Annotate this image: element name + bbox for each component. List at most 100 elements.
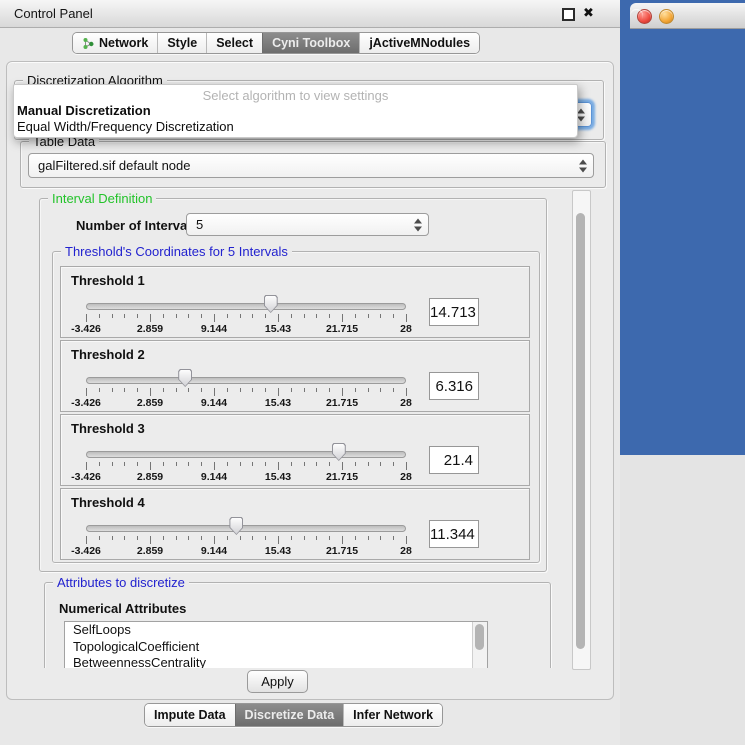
tick-mark	[304, 388, 305, 392]
algorithm-option[interactable]: Equal Width/Frequency Discretization	[17, 119, 234, 134]
tick-mark	[252, 462, 253, 466]
network-window-titlebar[interactable]	[630, 3, 745, 29]
table-data-combo[interactable]: galFiltered.sif default node	[28, 153, 594, 178]
attributes-group: Attributes to discretize Numerical Attri…	[44, 582, 551, 668]
zoom-traffic-light-icon[interactable]	[630, 9, 643, 22]
tick-mark	[150, 536, 151, 544]
tick-mark	[86, 536, 87, 544]
slider-track[interactable]	[86, 303, 406, 310]
tick-mark	[176, 388, 177, 392]
slider-scale: -3.4262.8599.14415.4321.71528	[86, 545, 407, 557]
tick-mark	[163, 314, 164, 318]
scale-label: -3.426	[63, 323, 109, 335]
apply-button[interactable]: Apply	[247, 670, 308, 693]
tab-network[interactable]: Network	[73, 33, 157, 53]
threshold-label: Threshold 1	[71, 273, 145, 288]
combo-stepper-icon[interactable]	[579, 159, 588, 172]
tab-label: Select	[216, 36, 253, 50]
slider-track[interactable]	[86, 377, 406, 384]
scale-label: 21.715	[319, 471, 365, 483]
tick-mark	[342, 314, 343, 322]
slider-track[interactable]	[86, 525, 406, 532]
tick-mark	[124, 314, 125, 318]
tick-mark	[188, 388, 189, 392]
screen: Control Panel NetworkStyleSelectCyni Too…	[0, 0, 745, 745]
tab-label: Style	[167, 36, 197, 50]
numerical-attributes-list[interactable]: SelfLoopsTopologicalCoefficientBetweenne…	[64, 621, 488, 668]
number-of-intervals-combo[interactable]: 5	[186, 213, 429, 236]
tick-mark	[214, 388, 215, 396]
threshold-label: Threshold 3	[71, 421, 145, 436]
numerical-attributes-label: Numerical Attributes	[59, 601, 186, 616]
threshold-value-field[interactable]: 21.4	[429, 446, 479, 474]
slider-thumb[interactable]	[229, 517, 243, 535]
tab-select[interactable]: Select	[206, 33, 262, 53]
tick-mark	[329, 388, 330, 392]
threshold-value-field[interactable]: 14.713	[429, 298, 479, 326]
tick-mark	[304, 536, 305, 540]
threshold-panel: Threshold 1-3.4262.8599.14415.4321.71528…	[60, 266, 530, 338]
attribute-item[interactable]: BetweennessCentrality	[65, 655, 487, 668]
tick-mark	[188, 314, 189, 318]
tab-cyni-toolbox[interactable]: Cyni Toolbox	[262, 33, 359, 53]
list-scrollbar[interactable]	[472, 622, 487, 668]
close-icon[interactable]	[583, 5, 597, 21]
attribute-item[interactable]: TopologicalCoefficient	[65, 639, 487, 656]
slider-thumb[interactable]	[332, 443, 346, 461]
threshold-value-field[interactable]: 6.316	[429, 372, 479, 400]
combo-stepper-icon[interactable]	[414, 218, 423, 231]
scale-label: 28	[383, 471, 429, 483]
slider-track[interactable]	[86, 451, 406, 458]
threshold-panel: Threshold 4-3.4262.8599.14415.4321.71528…	[60, 488, 530, 560]
tick-mark	[329, 462, 330, 466]
interval-definition-label: Interval Definition	[48, 191, 156, 206]
scale-label: 9.144	[191, 545, 237, 557]
tick-mark	[252, 536, 253, 540]
tick-mark	[137, 536, 138, 540]
popup-hint: Select algorithm to view settings	[14, 88, 577, 103]
slider-thumb[interactable]	[264, 295, 278, 313]
slider-thumb[interactable]	[178, 369, 192, 387]
tick-mark	[150, 462, 151, 470]
tick-mark	[201, 536, 202, 540]
tick-mark	[163, 536, 164, 540]
tick-mark	[393, 536, 394, 540]
tick-mark	[176, 536, 177, 540]
tick-mark	[112, 314, 113, 318]
bottom-tab-bar: Impute DataDiscretize DataInfer Network	[144, 703, 443, 727]
tick-mark	[265, 388, 266, 392]
interval-definition-group: Interval Definition Number of Intervals …	[39, 198, 547, 572]
combo-stepper-icon[interactable]	[577, 108, 586, 121]
scale-label: 9.144	[191, 397, 237, 409]
tick-mark	[278, 536, 279, 544]
settings-scrollbar[interactable]	[572, 190, 591, 670]
tick-mark	[99, 314, 100, 318]
tick-mark	[99, 462, 100, 466]
slider-scale: -3.4262.8599.14415.4321.71528	[86, 471, 407, 483]
tick-mark	[86, 314, 87, 322]
scale-label: 2.859	[127, 545, 173, 557]
tick-mark	[227, 462, 228, 466]
tab-infer-network[interactable]: Infer Network	[343, 704, 442, 726]
tab-discretize-data[interactable]: Discretize Data	[235, 704, 344, 726]
tab-impute-data[interactable]: Impute Data	[145, 704, 235, 726]
tab-label: jActiveMNodules	[369, 36, 470, 50]
network-window-frame	[620, 0, 745, 455]
tick-mark	[368, 388, 369, 392]
scale-label: -3.426	[63, 545, 109, 557]
tab-style[interactable]: Style	[157, 33, 206, 53]
minimize-traffic-light-icon[interactable]	[659, 9, 674, 24]
list-scrollbar-thumb[interactable]	[475, 624, 484, 650]
tick-mark	[124, 388, 125, 392]
settings-scrollbar-thumb[interactable]	[576, 213, 585, 649]
float-window-icon[interactable]	[562, 8, 575, 21]
tick-mark	[393, 388, 394, 392]
tick-mark	[380, 462, 381, 466]
tab-jactivemnodules[interactable]: jActiveMNodules	[359, 33, 479, 53]
threshold-label: Threshold 4	[71, 495, 145, 510]
algorithm-option[interactable]: Manual Discretization	[17, 103, 151, 118]
attribute-item[interactable]: SelfLoops	[65, 622, 487, 639]
threshold-value-field[interactable]: 11.344	[429, 520, 479, 548]
tick-mark	[291, 536, 292, 540]
tick-mark	[137, 314, 138, 318]
